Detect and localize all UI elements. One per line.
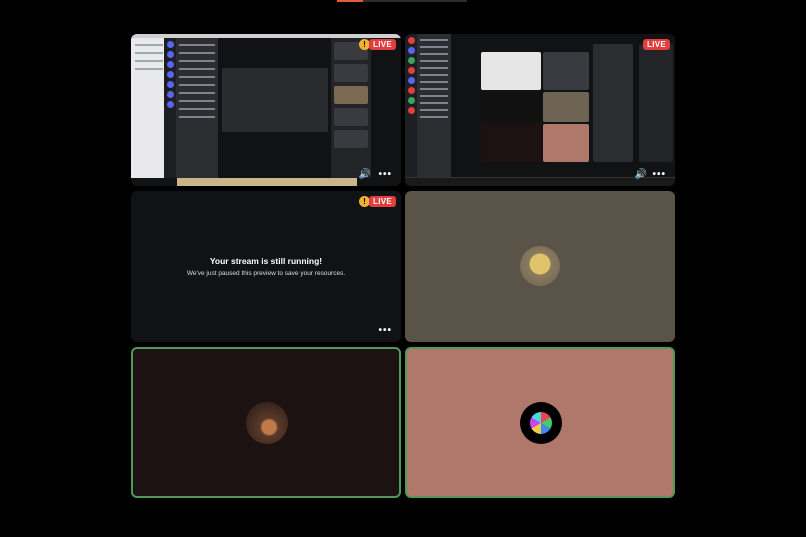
volume-icon[interactable]: 🔊 (359, 169, 371, 180)
paused-subtitle: We've just paused this preview to save y… (186, 270, 346, 277)
live-badge: LIVE (369, 196, 396, 207)
stream-tile-screen-share-2[interactable]: LIVE 🔊 ••• (405, 34, 675, 186)
dark-avatar (246, 402, 288, 444)
channel-list (176, 38, 218, 178)
finder-window (131, 38, 167, 178)
more-options-button[interactable]: ••• (378, 169, 392, 180)
participant-tile-duck[interactable] (405, 191, 675, 342)
stream-content (451, 34, 675, 178)
server-list (405, 34, 417, 186)
participant-tile-speaking-cube[interactable] (405, 347, 675, 498)
stream-tile-paused[interactable]: ! LIVE Your stream is still running! We'… (131, 191, 401, 342)
top-bar (337, 0, 467, 2)
video-area (222, 68, 328, 132)
participant-thumbnails (331, 38, 371, 178)
volume-icon[interactable]: 🔊 (635, 169, 647, 180)
live-badge: LIVE (643, 39, 670, 50)
top-bar-accent (337, 0, 363, 2)
participant-tile-speaking-dark[interactable] (131, 347, 401, 498)
more-options-button[interactable]: ••• (378, 325, 392, 336)
colorful-cube-avatar (520, 402, 562, 444)
dock (177, 178, 357, 186)
more-options-button[interactable]: ••• (652, 169, 666, 180)
duck-avatar (520, 246, 560, 286)
server-list (164, 38, 176, 178)
channel-list (417, 34, 451, 178)
paused-title: Your stream is still running! (209, 256, 323, 266)
live-badge: LIVE (369, 39, 396, 50)
stream-tile-screen-share-1[interactable]: ! LIVE 🔊 ••• (131, 34, 401, 186)
stream-content (218, 38, 331, 178)
